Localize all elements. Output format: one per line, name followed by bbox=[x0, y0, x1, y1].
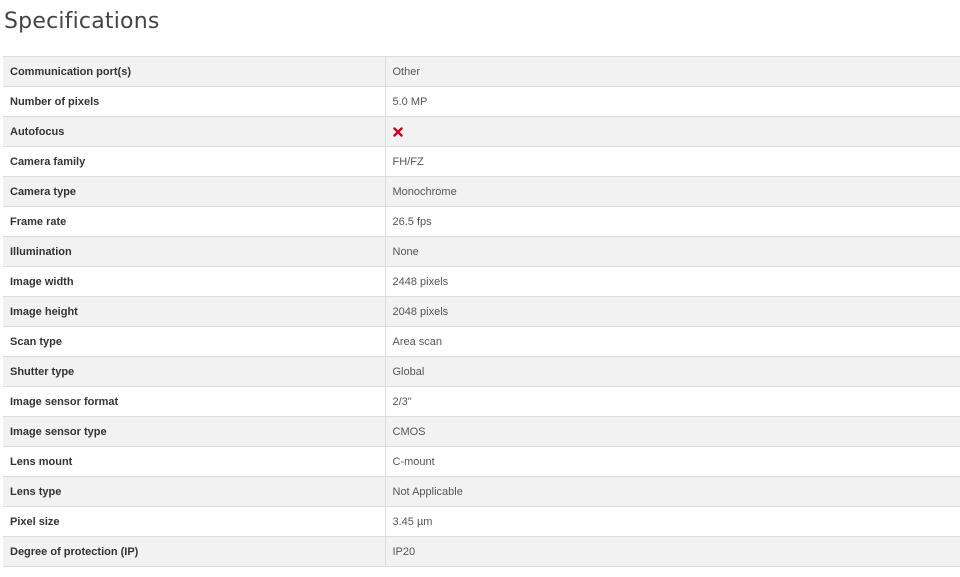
spec-value: Not Applicable bbox=[384, 476, 960, 507]
page-title: Specifications bbox=[4, 9, 160, 34]
spec-row-frame-rate: Frame rate 26.5 fps bbox=[3, 206, 960, 237]
spec-value: 5.0 MP bbox=[384, 86, 960, 117]
spec-row-lens-type: Lens type Not Applicable bbox=[3, 476, 960, 507]
spec-value bbox=[384, 116, 960, 147]
spec-row-camera-family: Camera family FH/FZ bbox=[3, 146, 960, 177]
spec-label: Image height bbox=[3, 296, 385, 327]
spec-label: Number of pixels bbox=[3, 86, 385, 117]
spec-value: 2048 pixels bbox=[384, 296, 960, 327]
spec-value: Global bbox=[384, 356, 960, 387]
spec-label: Autofocus bbox=[3, 116, 385, 147]
spec-label: Shutter type bbox=[3, 356, 385, 387]
spec-label: Illumination bbox=[3, 236, 385, 267]
spec-label: Scan type bbox=[3, 326, 385, 357]
spec-row-shutter-type: Shutter type Global bbox=[3, 356, 960, 387]
specifications-table: Communication port(s) Other Number of pi… bbox=[3, 56, 960, 567]
spec-value: Area scan bbox=[384, 326, 960, 357]
spec-row-pixel-size: Pixel size 3.45 µm bbox=[3, 506, 960, 537]
spec-label: Lens mount bbox=[3, 446, 385, 477]
spec-label: Pixel size bbox=[3, 506, 385, 537]
spec-value: 26.5 fps bbox=[384, 206, 960, 237]
spec-row-image-sensor-format: Image sensor format 2/3" bbox=[3, 386, 960, 417]
spec-label: Camera family bbox=[3, 146, 385, 177]
spec-row-autofocus: Autofocus bbox=[3, 116, 960, 147]
spec-value: 2448 pixels bbox=[384, 266, 960, 297]
cross-icon bbox=[392, 126, 403, 137]
spec-row-image-width: Image width 2448 pixels bbox=[3, 266, 960, 297]
spec-row-scan-type: Scan type Area scan bbox=[3, 326, 960, 357]
spec-label: Image width bbox=[3, 266, 385, 297]
spec-row-camera-type: Camera type Monochrome bbox=[3, 176, 960, 207]
spec-value: None bbox=[384, 236, 960, 267]
spec-value: IP20 bbox=[384, 536, 960, 567]
spec-row-illumination: Illumination None bbox=[3, 236, 960, 267]
spec-value: Other bbox=[384, 56, 960, 87]
spec-label: Image sensor format bbox=[3, 386, 385, 417]
spec-label: Frame rate bbox=[3, 206, 385, 237]
spec-value: C-mount bbox=[384, 446, 960, 477]
spec-row-degree-of-protection: Degree of protection (IP) IP20 bbox=[3, 536, 960, 567]
spec-value: 3.45 µm bbox=[384, 506, 960, 537]
spec-label: Degree of protection (IP) bbox=[3, 536, 385, 567]
spec-row-image-height: Image height 2048 pixels bbox=[3, 296, 960, 327]
spec-row-communication-ports: Communication port(s) Other bbox=[3, 56, 960, 87]
spec-label: Image sensor type bbox=[3, 416, 385, 447]
spec-row-image-sensor-type: Image sensor type CMOS bbox=[3, 416, 960, 447]
spec-value: 2/3" bbox=[384, 386, 960, 417]
spec-label: Lens type bbox=[3, 476, 385, 507]
spec-value: FH/FZ bbox=[384, 146, 960, 177]
spec-row-number-of-pixels: Number of pixels 5.0 MP bbox=[3, 86, 960, 117]
spec-label: Camera type bbox=[3, 176, 385, 207]
spec-value: Monochrome bbox=[384, 176, 960, 207]
spec-label: Communication port(s) bbox=[3, 56, 385, 87]
spec-row-lens-mount: Lens mount C-mount bbox=[3, 446, 960, 477]
spec-value: CMOS bbox=[384, 416, 960, 447]
